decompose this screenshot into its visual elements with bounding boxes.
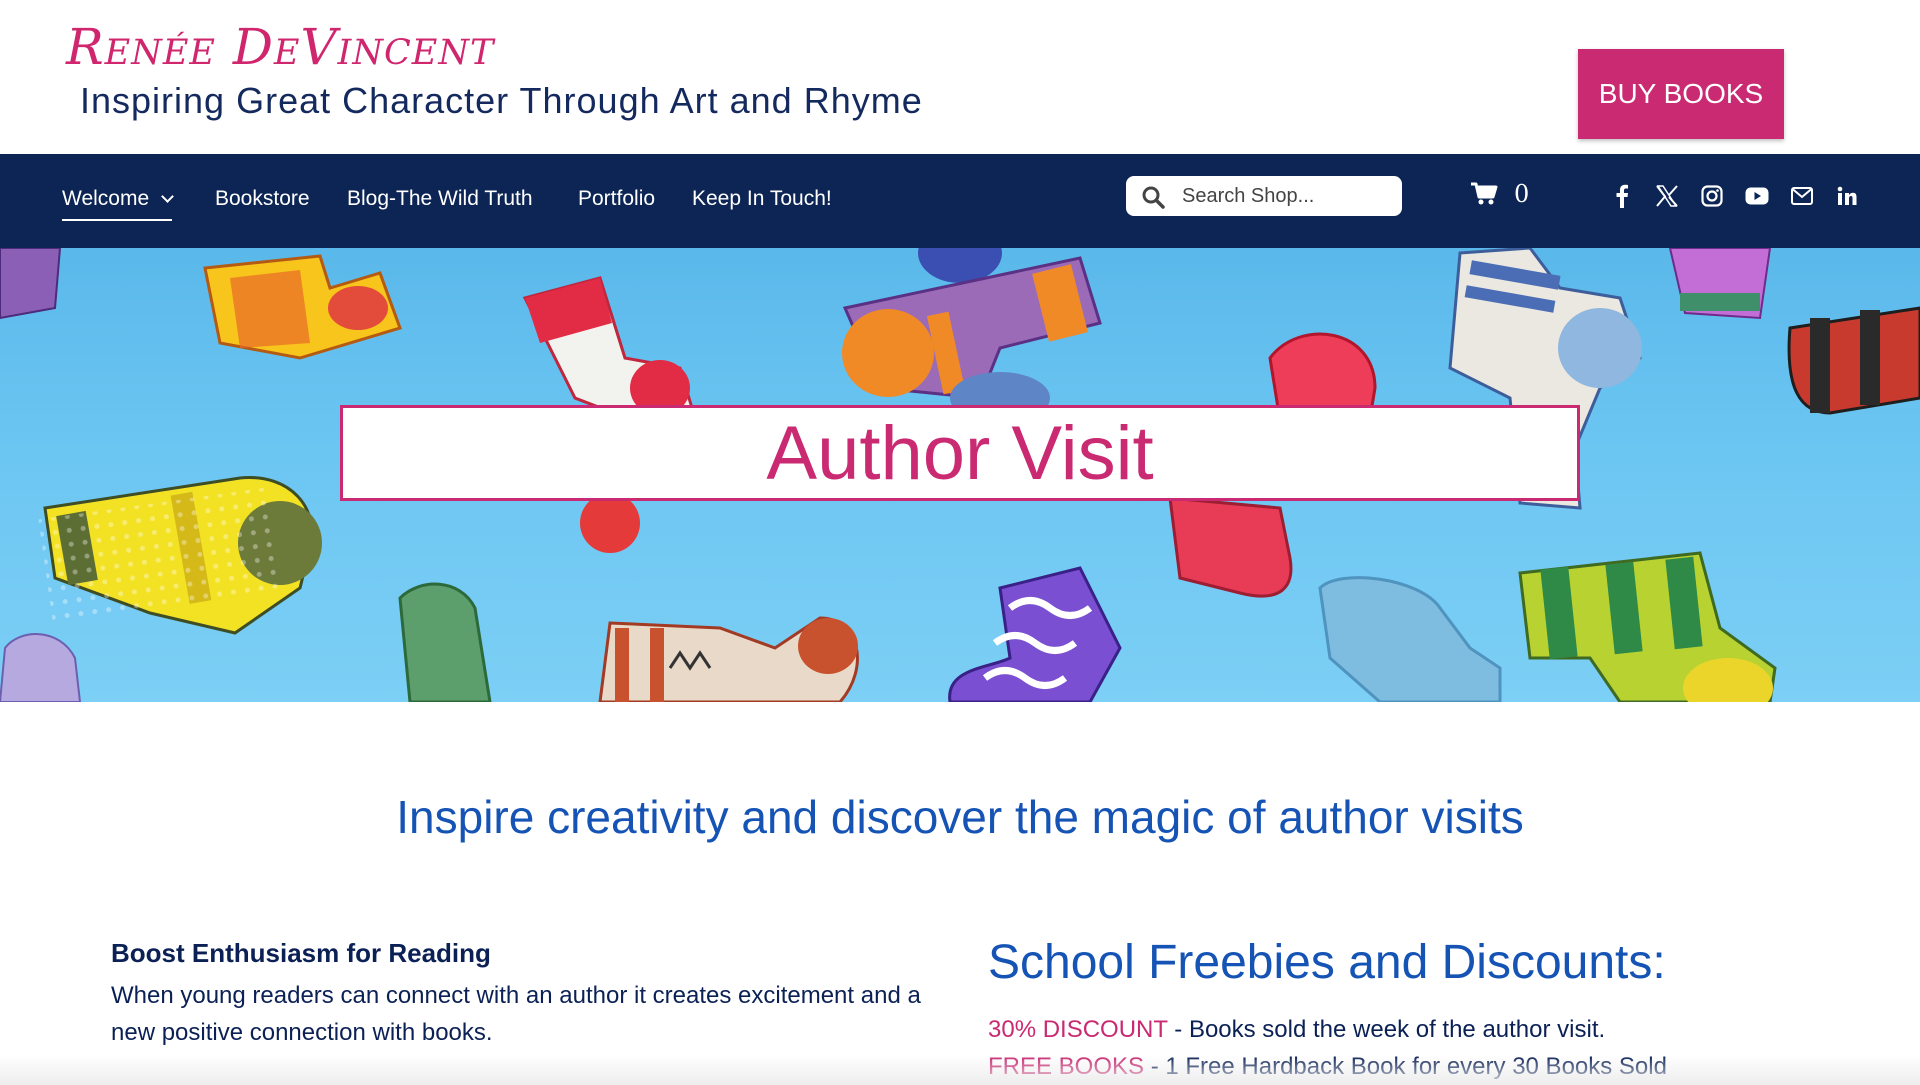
nav-item-portfolio[interactable]: Portfolio [578, 186, 655, 211]
freebie-highlight: 30% DISCOUNT [988, 1016, 1168, 1043]
hero-banner: Author Visit [0, 248, 1920, 702]
freebie-item: FREE BOOKS - 1 Free Hardback Book for ev… [988, 1053, 1667, 1081]
brand-logo[interactable]: Renée DeVincent [66, 22, 494, 72]
freebie-highlight: FREE BOOKS [988, 1053, 1145, 1080]
nav-item-welcome[interactable]: Welcome [62, 186, 175, 222]
site-tagline: Inspiring Great Character Through Art an… [80, 80, 923, 121]
shop-search [1126, 176, 1402, 216]
instagram-icon[interactable] [1699, 183, 1725, 209]
boost-text: When young readers can connect with an a… [111, 982, 921, 1046]
intro-heading: Inspire creativity and discover the magi… [396, 791, 1524, 843]
freebie-text: - 1 Free Hardback Book for every 30 Book… [1144, 1053, 1667, 1080]
boost-heading: Boost Enthusiasm for Reading [111, 938, 491, 968]
hero-title-box: Author Visit [340, 405, 1580, 501]
search-input[interactable] [1182, 184, 1382, 208]
chevron-down-icon [161, 190, 175, 203]
cart-count: 0 [1514, 180, 1530, 208]
page-title: Author Visit [766, 410, 1154, 496]
x-icon[interactable] [1654, 183, 1680, 209]
facebook-icon[interactable] [1609, 183, 1635, 209]
nav-item-label: Welcome [62, 187, 150, 210]
buy-books-button[interactable]: BUY BOOKS [1578, 49, 1784, 139]
freebies-heading: School Freebies and Discounts: [988, 936, 1666, 989]
cart-link[interactable]: 0 [1470, 180, 1529, 208]
nav-item-keep-in-touch[interactable]: Keep In Touch! [692, 186, 832, 211]
freebie-text: - Books sold the week of the author visi… [1167, 1016, 1606, 1043]
email-icon[interactable] [1789, 183, 1815, 209]
youtube-icon[interactable] [1744, 183, 1770, 209]
search-icon[interactable] [1141, 185, 1165, 209]
nav-item-blog[interactable]: Blog-The Wild Truth [347, 186, 533, 211]
linkedin-icon[interactable] [1834, 183, 1860, 209]
freebie-item: 30% DISCOUNT - Books sold the week of th… [988, 1016, 1605, 1044]
nav-item-bookstore[interactable]: Bookstore [215, 186, 310, 211]
site-header: Renée DeVincent Inspiring Great Characte… [0, 0, 1920, 154]
cart-icon [1471, 182, 1498, 205]
